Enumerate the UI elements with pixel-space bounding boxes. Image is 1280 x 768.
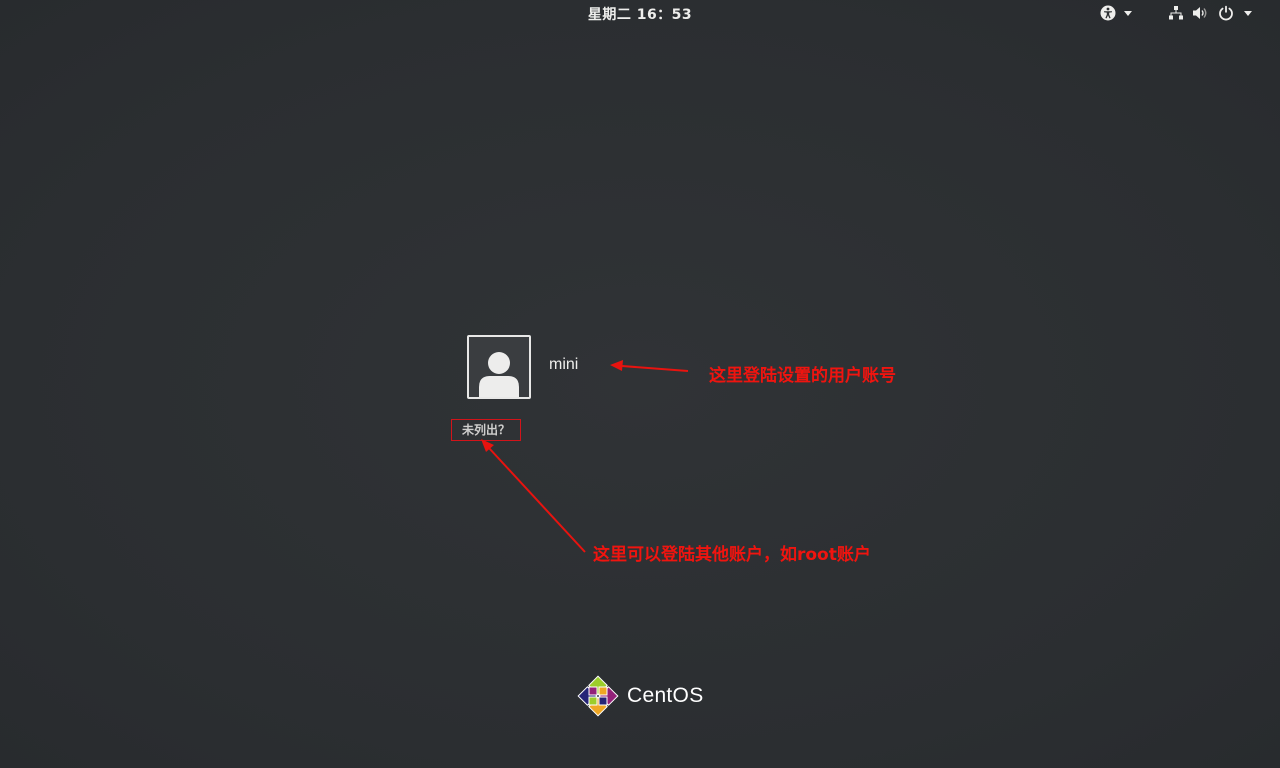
arrow-to-not-listed [481,439,586,553]
arrow-to-user [610,360,689,372]
annotation-arrows [481,360,689,553]
annotation-other-account: 这里可以登陆其他账户，如root账户 [593,545,871,565]
centos-logo-text: CentOS [627,684,704,707]
centos-logo-icon [577,675,619,717]
centos-logo: CentOS [576,674,704,718]
login-screen: 星期二 16：53 mini 未列出？ 这里登陆设置的用户账号 这里可以登陆其他… [0,0,1280,768]
annotation-user-account: 这里登陆设置的用户账号 [709,366,896,386]
